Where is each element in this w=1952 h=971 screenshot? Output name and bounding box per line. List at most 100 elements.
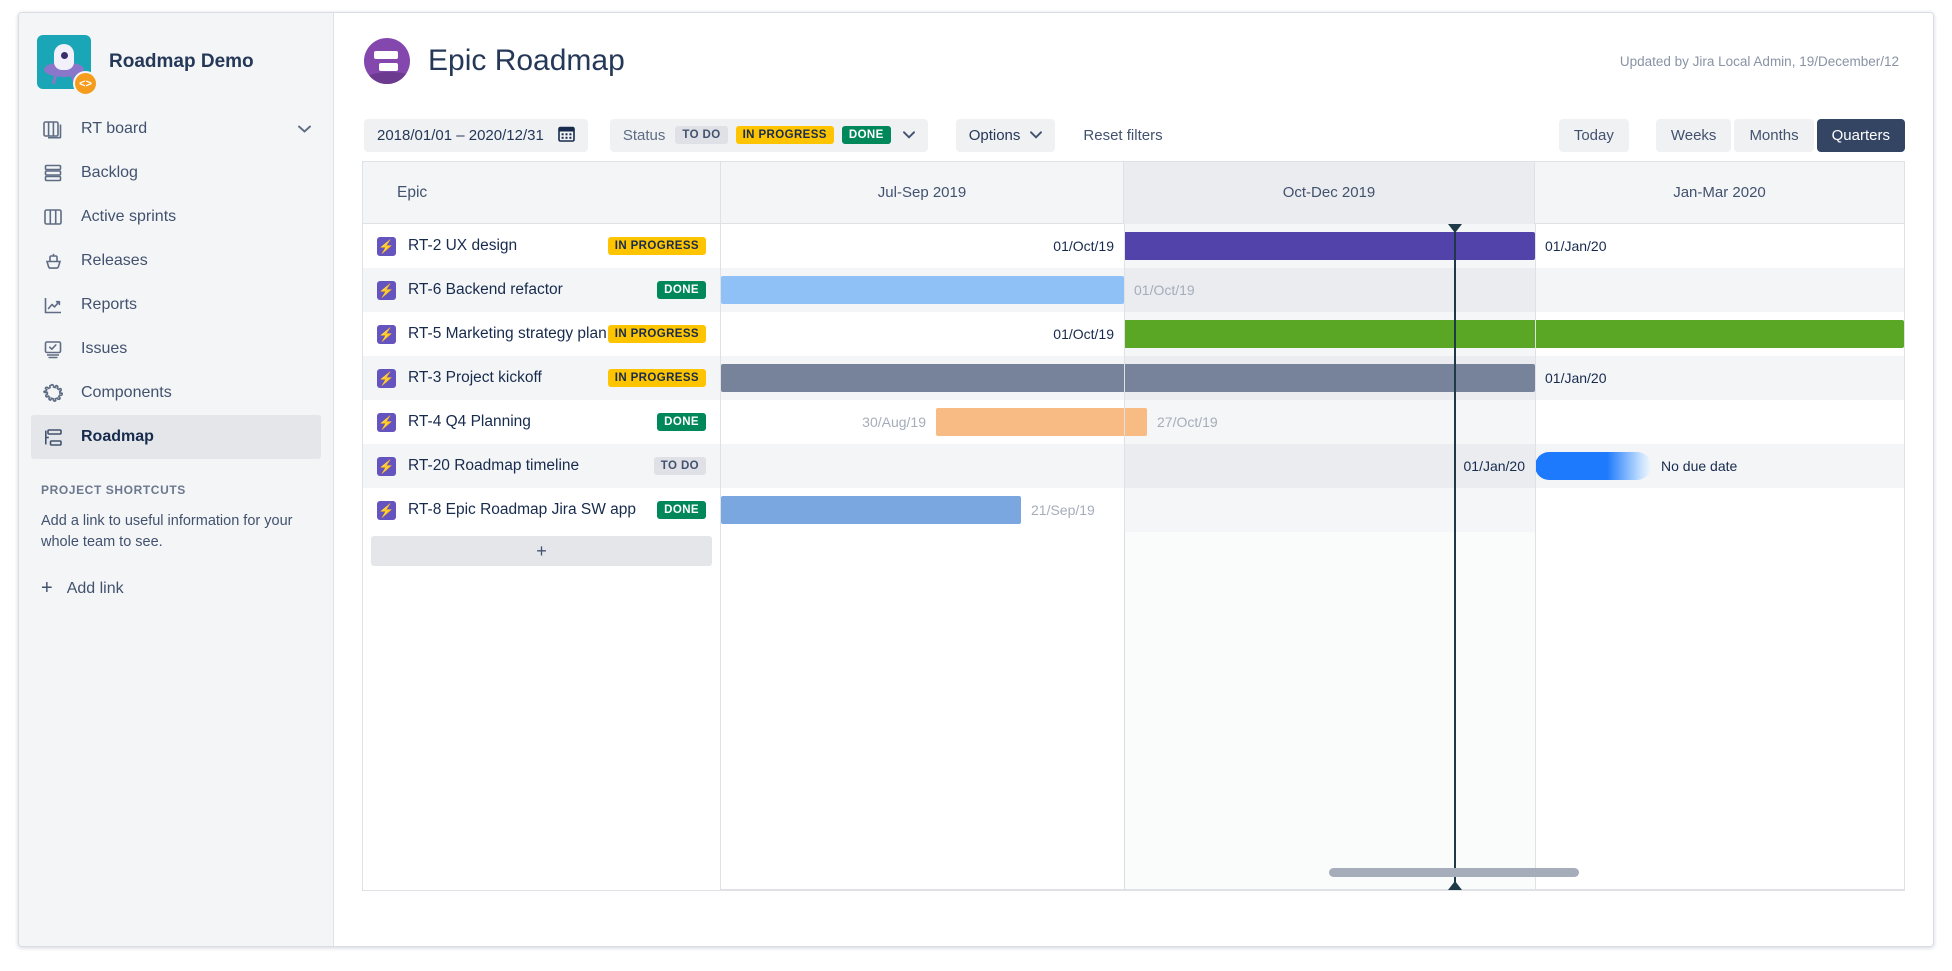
epic-roadmap-app-icon: [364, 38, 410, 84]
epic-name: RT-20 Roadmap timeline: [408, 457, 580, 474]
project-shortcuts: PROJECT SHORTCUTS Add a link to useful i…: [19, 459, 333, 600]
date-range-picker[interactable]: 2018/01/01 – 2020/12/31: [364, 118, 588, 152]
status-badge: DONE: [657, 413, 706, 431]
sidebar-item-label: Active sprints: [81, 208, 177, 225]
sidebar-item-components[interactable]: Components: [31, 371, 321, 415]
timeline-column: Jul-Sep 2019 Oct-Dec 2019 Jan-Mar 2020 0…: [721, 162, 1904, 890]
timeline-row[interactable]: 30/Aug/19 27/Oct/19: [721, 400, 1904, 444]
status-badge: IN PROGRESS: [607, 369, 706, 387]
add-link-button[interactable]: + Add link: [41, 577, 311, 600]
timeline-row[interactable]: 01/Jan/20: [721, 356, 1904, 400]
sidebar-item-label: Roadmap: [81, 428, 154, 445]
add-epic-button[interactable]: +: [371, 536, 712, 566]
timeline-row[interactable]: 01/Oct/19: [721, 312, 1904, 356]
roadmap-icon: [41, 425, 65, 449]
table-row[interactable]: ⚡ RT-6 Backend refactor DONE: [363, 268, 720, 312]
gantt-bar[interactable]: [936, 408, 1147, 436]
status-badge: DONE: [657, 281, 706, 299]
epic-column-header: Epic: [363, 162, 720, 224]
project-avatar-icon: <>: [37, 35, 98, 96]
puzzle-icon: [41, 381, 65, 405]
bar-end-date: No due date: [1661, 458, 1738, 474]
bar-start-date: 30/Aug/19: [862, 414, 926, 430]
timescale-button-group: Today Weeks Months Quarters: [1558, 118, 1905, 152]
sidebar-item-label: Reports: [81, 296, 138, 313]
table-row[interactable]: ⚡ RT-8 Epic Roadmap Jira SW app DONE: [363, 488, 720, 532]
table-row[interactable]: ⚡ RT-3 Project kickoff IN PROGRESS: [363, 356, 720, 400]
scale-quarters-button[interactable]: Quarters: [1816, 118, 1905, 152]
sidebar-item-releases[interactable]: Releases: [31, 239, 321, 283]
gantt-bar[interactable]: [1124, 232, 1535, 260]
sidebar-item-issues[interactable]: Issues: [31, 327, 321, 371]
issues-icon: [41, 337, 65, 361]
bar-end-date: 01/Jan/20: [1545, 370, 1607, 386]
project-brand[interactable]: <> Roadmap Demo: [19, 13, 333, 107]
quarter-header: Oct-Dec 2019: [1124, 162, 1535, 224]
timeline-row[interactable]: 01/Oct/19: [721, 268, 1904, 312]
epic-column: Epic ⚡ RT-2 UX design IN PROGRESS ⚡ RT-6…: [363, 162, 721, 890]
quarter-header: Jul-Sep 2019: [721, 162, 1124, 224]
epic-type-icon: ⚡: [377, 368, 396, 388]
timeline-rows: 01/Oct/19 01/Jan/20 01/Oct/19 01/Oct/19 …: [721, 224, 1904, 532]
chevron-down-icon[interactable]: [298, 122, 311, 137]
sidebar-nav: RT board Backlog Active sprints Releases…: [19, 107, 333, 459]
gantt-bar[interactable]: [721, 364, 1535, 392]
status-badge-todo[interactable]: TO DO: [675, 126, 728, 144]
status-badge-done[interactable]: DONE: [841, 126, 891, 144]
sidebar: <> Roadmap Demo RT board Backlog Active …: [19, 13, 334, 946]
timeline-header: Jul-Sep 2019 Oct-Dec 2019 Jan-Mar 2020: [721, 162, 1904, 224]
shortcuts-description: Add a link to useful information for you…: [41, 513, 293, 551]
options-button[interactable]: Options: [955, 118, 1056, 152]
epic-name: RT-2 UX design: [408, 237, 518, 254]
bar-start-date: 01/Oct/19: [1053, 238, 1114, 254]
horizontal-scrollbar[interactable]: [1329, 868, 1579, 877]
table-row[interactable]: ⚡ RT-4 Q4 Planning DONE: [363, 400, 720, 444]
table-row[interactable]: ⚡ RT-5 Marketing strategy plan IN PROGRE…: [363, 312, 720, 356]
sidebar-item-rt-board[interactable]: RT board: [31, 107, 321, 151]
scale-weeks-button[interactable]: Weeks: [1655, 118, 1732, 152]
app-window: <> Roadmap Demo RT board Backlog Active …: [18, 12, 1934, 947]
reset-filters-button[interactable]: Reset filters: [1083, 127, 1162, 144]
sidebar-item-reports[interactable]: Reports: [31, 283, 321, 327]
bar-start-date: 01/Jan/20: [1463, 458, 1526, 474]
epic-name: RT-6 Backend refactor: [408, 281, 563, 298]
gantt-bar[interactable]: [1535, 452, 1651, 480]
board-icon: [41, 117, 65, 141]
calendar-icon[interactable]: [558, 125, 575, 146]
sidebar-item-label: RT board: [81, 120, 148, 137]
status-filter[interactable]: Status TO DO IN PROGRESS DONE: [609, 118, 928, 152]
table-row[interactable]: ⚡ RT-2 UX design IN PROGRESS: [363, 224, 720, 268]
sidebar-item-roadmap[interactable]: Roadmap: [31, 415, 321, 459]
gantt-bar[interactable]: [721, 496, 1021, 524]
epic-rows: ⚡ RT-2 UX design IN PROGRESS ⚡ RT-6 Back…: [363, 224, 720, 566]
page-header: Epic Roadmap Updated by Jira Local Admin…: [362, 13, 1905, 109]
chevron-down-icon[interactable]: [902, 128, 915, 142]
timeline-row[interactable]: 01/Jan/20 No due date: [721, 444, 1904, 488]
sidebar-item-label: Releases: [81, 252, 148, 269]
ship-icon: [41, 249, 65, 273]
timeline-row[interactable]: 21/Sep/19: [721, 488, 1904, 532]
options-label: Options: [968, 126, 1021, 144]
today-marker-top-triangle-icon: [1448, 224, 1462, 233]
bar-end-date: 21/Sep/19: [1031, 502, 1095, 518]
scale-months-button[interactable]: Months: [1734, 118, 1814, 152]
timeline-row[interactable]: 01/Oct/19 01/Jan/20: [721, 224, 1904, 268]
sidebar-item-backlog[interactable]: Backlog: [31, 151, 321, 195]
epic-name: RT-3 Project kickoff: [408, 369, 542, 386]
chevron-down-icon: [1030, 128, 1043, 142]
software-badge-icon: <>: [73, 71, 98, 96]
gantt-bar[interactable]: [1124, 320, 1904, 348]
today-button[interactable]: Today: [1558, 118, 1629, 152]
status-badge-in-progress[interactable]: IN PROGRESS: [735, 126, 834, 144]
plus-icon: +: [41, 577, 53, 600]
epic-type-icon: ⚡: [377, 280, 396, 300]
bar-end-date: 27/Oct/19: [1157, 414, 1218, 430]
status-badge: IN PROGRESS: [607, 325, 706, 343]
table-row[interactable]: ⚡ RT-20 Roadmap timeline TO DO: [363, 444, 720, 488]
date-range-value: 2018/01/01 – 2020/12/31: [377, 126, 544, 144]
sidebar-item-active-sprints[interactable]: Active sprints: [31, 195, 321, 239]
updated-by-label: Updated by Jira Local Admin, 19/December…: [1619, 53, 1899, 69]
roadmap-gantt: Epic ⚡ RT-2 UX design IN PROGRESS ⚡ RT-6…: [362, 161, 1905, 891]
gantt-bar[interactable]: [721, 276, 1124, 304]
main-content: Epic Roadmap Updated by Jira Local Admin…: [334, 13, 1933, 946]
